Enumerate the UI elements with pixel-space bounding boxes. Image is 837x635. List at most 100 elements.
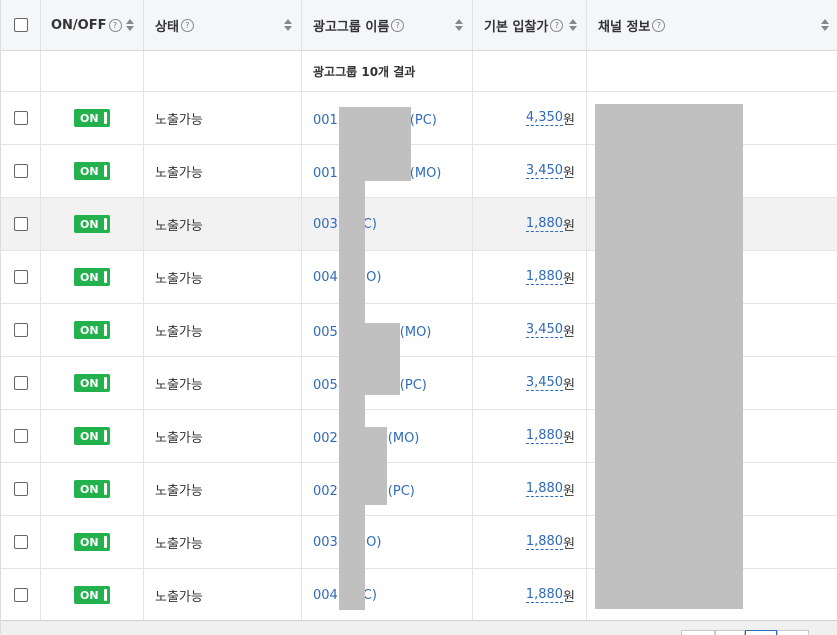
currency-unit: 원 xyxy=(563,324,575,340)
row-select-cell xyxy=(1,304,41,356)
bid-amount[interactable]: 1,880 xyxy=(525,481,564,497)
bid-amount[interactable]: 1,880 xyxy=(525,428,564,444)
help-icon[interactable]: ? xyxy=(391,18,405,32)
header-channel[interactable]: 채널 정보? xyxy=(587,0,837,50)
row-bid-cell: 1,880 원 xyxy=(473,198,587,250)
sort-icon[interactable] xyxy=(821,19,829,31)
row-checkbox[interactable] xyxy=(13,429,28,443)
row-select-cell xyxy=(1,198,41,250)
row-select-cell xyxy=(1,463,41,515)
onoff-toggle[interactable]: ON xyxy=(74,162,110,180)
toggle-knob xyxy=(104,536,107,548)
table-header: ON/OFF? 상태? 광고그룹 이름? 기본 입찰가? 채널 정보? xyxy=(1,0,837,51)
row-onoff-cell: ON xyxy=(41,251,144,303)
row-status-cell: 노출가능 xyxy=(144,251,302,303)
currency-unit: 원 xyxy=(563,377,575,393)
header-status[interactable]: 상태? xyxy=(144,0,302,50)
currency-unit: 원 xyxy=(563,589,575,605)
row-checkbox[interactable] xyxy=(13,217,28,231)
sort-icon[interactable] xyxy=(569,19,577,31)
bid-amount[interactable]: 1,880 xyxy=(525,587,564,603)
header-name[interactable]: 광고그룹 이름? xyxy=(302,0,473,50)
row-checkbox[interactable] xyxy=(13,482,28,496)
select-all-checkbox[interactable] xyxy=(13,18,28,32)
row-bid-cell: 3,450 원 xyxy=(473,304,587,356)
row-checkbox[interactable] xyxy=(13,323,28,337)
bid-amount[interactable]: 3,450 xyxy=(525,163,564,179)
redaction-mask xyxy=(339,107,411,181)
status-text: 노출가능 xyxy=(155,589,203,605)
row-checkbox[interactable] xyxy=(13,535,28,549)
bid-amount[interactable]: 1,880 xyxy=(525,269,564,285)
help-icon[interactable]: ? xyxy=(652,18,666,32)
onoff-toggle[interactable]: ON xyxy=(74,427,110,445)
bid-amount[interactable]: 4,350 xyxy=(525,110,564,126)
currency-unit: 원 xyxy=(563,271,575,287)
help-icon[interactable]: ? xyxy=(550,18,564,32)
bid-amount[interactable]: 3,450 xyxy=(525,322,564,338)
status-text: 노출가능 xyxy=(155,112,203,128)
row-checkbox[interactable] xyxy=(13,270,28,284)
row-status-cell: 노출가능 xyxy=(144,145,302,197)
pagination-button[interactable] xyxy=(715,630,745,635)
row-onoff-cell: ON xyxy=(41,516,144,568)
bid-amount[interactable]: 3,450 xyxy=(525,375,564,391)
row-select-cell xyxy=(1,410,41,462)
row-checkbox[interactable] xyxy=(13,588,28,602)
row-bid-cell: 1,880 원 xyxy=(473,516,587,568)
row-checkbox[interactable] xyxy=(13,376,28,390)
row-select-cell xyxy=(1,145,41,197)
currency-unit: 원 xyxy=(563,483,575,499)
summary-cell: 광고그룹 10개 결과 xyxy=(302,51,473,91)
pagination-button[interactable] xyxy=(777,630,809,635)
name-prefix: 005 xyxy=(313,377,338,393)
onoff-toggle[interactable]: ON xyxy=(74,480,110,498)
row-select-cell xyxy=(1,92,41,144)
pagination-button-active[interactable] xyxy=(745,630,777,635)
name-prefix: 001 xyxy=(313,165,338,181)
row-name-cell: 004(PC) xyxy=(302,569,473,621)
row-onoff-cell: ON xyxy=(41,463,144,515)
name-prefix: 003 xyxy=(313,216,338,232)
row-bid-cell: 1,880 원 xyxy=(473,463,587,515)
onoff-toggle[interactable]: ON xyxy=(74,374,110,392)
name-prefix: 001 xyxy=(313,112,338,128)
help-icon[interactable]: ? xyxy=(180,18,194,32)
redaction-mask xyxy=(339,395,365,427)
sort-icon[interactable] xyxy=(455,19,463,31)
onoff-toggle[interactable]: ON xyxy=(74,268,110,286)
bid-amount[interactable]: 1,880 xyxy=(525,534,564,550)
onoff-toggle[interactable]: ON xyxy=(74,586,110,604)
name-prefix: 004 xyxy=(313,269,338,285)
row-checkbox[interactable] xyxy=(13,111,28,125)
onoff-toggle[interactable]: ON xyxy=(74,321,110,339)
sort-icon[interactable] xyxy=(284,19,292,31)
onoff-toggle[interactable]: ON xyxy=(74,533,110,551)
summary-cell xyxy=(1,51,41,91)
header-bid-label: 기본 입찰가 xyxy=(484,19,549,35)
header-bid[interactable]: 기본 입찰가? xyxy=(473,0,587,50)
bid-amount[interactable]: 1,880 xyxy=(525,216,564,232)
onoff-toggle[interactable]: ON xyxy=(74,215,110,233)
pagination-button[interactable] xyxy=(681,630,715,635)
help-icon[interactable]: ? xyxy=(108,18,122,32)
status-text: 노출가능 xyxy=(155,218,203,234)
row-checkbox[interactable] xyxy=(13,164,28,178)
onoff-toggle[interactable]: ON xyxy=(74,109,110,127)
row-onoff-cell: ON xyxy=(41,198,144,250)
toggle-knob xyxy=(104,218,107,230)
row-name-cell: 004 (MO) xyxy=(302,251,473,303)
header-onoff-label: ON/OFF xyxy=(51,17,107,33)
redaction-mask xyxy=(595,104,743,609)
sort-icon[interactable] xyxy=(126,19,134,31)
row-name-cell: 003(PC) xyxy=(302,198,473,250)
name-prefix: 002 xyxy=(313,483,338,499)
header-onoff[interactable]: ON/OFF? xyxy=(41,0,144,50)
status-text: 노출가능 xyxy=(155,165,203,181)
ad-group-table: ON/OFF? 상태? 광고그룹 이름? 기본 입찰가? 채널 정보? 광고그룹… xyxy=(0,0,837,635)
toggle-knob xyxy=(104,271,107,283)
row-onoff-cell: ON xyxy=(41,145,144,197)
row-status-cell: 노출가능 xyxy=(144,463,302,515)
currency-unit: 원 xyxy=(563,536,575,552)
row-status-cell: 노출가능 xyxy=(144,516,302,568)
